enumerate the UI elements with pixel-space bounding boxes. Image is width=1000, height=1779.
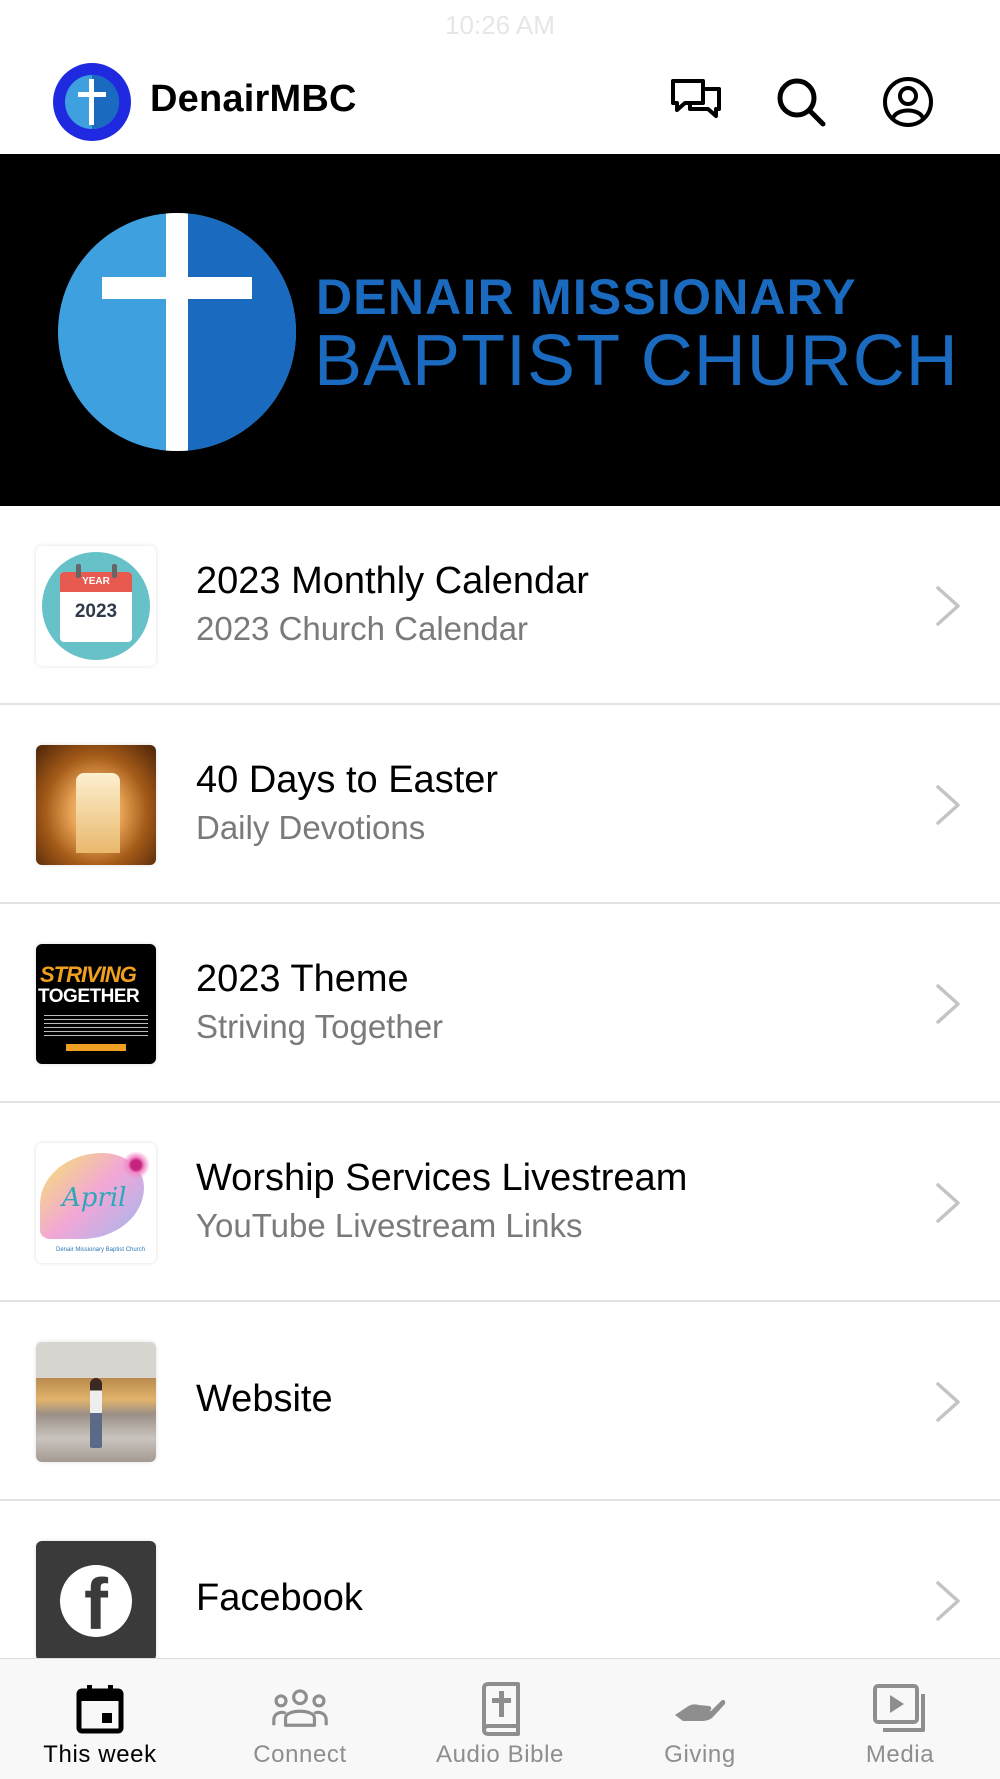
tab-connect[interactable]: Connect: [200, 1659, 400, 1779]
list-item-title: 2023 Monthly Calendar: [196, 560, 589, 602]
tab-label: Audio Bible: [435, 1741, 565, 1768]
facebook-logo-thumbnail: f: [36, 1541, 156, 1661]
media-play-icon: [873, 1684, 925, 1732]
cross-logo-icon: [58, 213, 296, 451]
list-item-title: Worship Services Livestream: [196, 1157, 688, 1199]
search-icon: [777, 78, 826, 127]
tab-label: Connect: [253, 1741, 347, 1768]
list-item-title: 40 Days to Easter: [196, 759, 499, 801]
status-bar: 10:26 AM: [0, 0, 1000, 50]
list-item-title: 2023 Theme: [196, 958, 409, 1000]
profile-button[interactable]: [878, 72, 938, 132]
list-item-title: Facebook: [196, 1577, 363, 1619]
tab-this-week[interactable]: This week: [0, 1659, 200, 1779]
list-item-subtitle: YouTube Livestream Links: [196, 1207, 583, 1244]
chevron-right-icon: [936, 1581, 960, 1621]
chat-bubbles-icon: [671, 79, 721, 118]
church-banner: DENAIR MISSIONARY BAPTIST CHURCH: [0, 154, 1000, 506]
thumb-caption: Denair Missionary Baptist Church: [56, 1247, 146, 1253]
chevron-right-icon: [936, 785, 960, 825]
people-group-icon: [272, 1689, 328, 1727]
tab-media[interactable]: Media: [800, 1659, 1000, 1779]
app-title: DenairMBC: [150, 78, 357, 120]
content-list: YEAR 2023 2023 Monthly Calendar 2023 Chu…: [0, 506, 1000, 1698]
chevron-right-icon: [936, 984, 960, 1024]
chevron-right-icon: [936, 1183, 960, 1223]
tab-label: This week: [43, 1741, 157, 1768]
tab-giving[interactable]: Giving: [600, 1659, 800, 1779]
list-item-subtitle: 2023 Church Calendar: [196, 610, 529, 647]
bottom-tab-bar: This week Connect Audio Bible Giving Med…: [0, 1658, 1000, 1779]
app-header: DenairMBC: [0, 50, 1000, 154]
chevron-right-icon: [936, 1382, 960, 1422]
tab-label: Media: [865, 1741, 935, 1768]
tab-label: Giving: [664, 1741, 736, 1768]
tab-audio-bible[interactable]: Audio Bible: [400, 1659, 600, 1779]
list-item[interactable]: April Denair Missionary Baptist Church W…: [0, 1103, 1000, 1302]
thumb-year-label: YEAR: [82, 576, 110, 587]
list-item[interactable]: 40 Days to Easter Daily Devotions: [0, 705, 1000, 904]
list-item[interactable]: YEAR 2023 2023 Monthly Calendar 2023 Chu…: [0, 506, 1000, 705]
list-item-title: Website: [196, 1378, 333, 1420]
train-station-thumbnail: [36, 1342, 156, 1462]
thumb-text-line2: TOGETHER: [38, 986, 140, 1007]
list-item-subtitle: Daily Devotions: [196, 809, 426, 846]
status-time: 10:26 AM: [445, 10, 555, 40]
chevron-right-icon: [936, 586, 960, 626]
banner-title-line2: BAPTIST CHURCH: [314, 321, 959, 401]
list-item[interactable]: STRIVING TOGETHER 2023 Theme Striving To…: [0, 904, 1000, 1103]
chat-button[interactable]: [666, 72, 726, 132]
search-button[interactable]: [771, 72, 831, 132]
list-item-subtitle: Striving Together: [196, 1008, 444, 1045]
striving-together-thumbnail: STRIVING TOGETHER: [36, 944, 156, 1064]
user-circle-icon: [883, 77, 933, 127]
list-item[interactable]: Website: [0, 1302, 1000, 1501]
calendar-icon: [76, 1685, 124, 1734]
bible-icon: [482, 1682, 520, 1736]
thumb-text-line1: STRIVING: [40, 962, 137, 987]
cross-logo-icon: [53, 63, 131, 141]
thumb-year-number: 2023: [74, 601, 118, 622]
calendar-2023-thumbnail: YEAR 2023: [36, 546, 156, 666]
banner-title-line1: DENAIR MISSIONARY: [316, 269, 857, 325]
empty-tomb-thumbnail: [36, 745, 156, 865]
april-flyer-thumbnail: April Denair Missionary Baptist Church: [36, 1143, 156, 1263]
giving-hand-icon: [675, 1699, 726, 1721]
thumb-word: April: [62, 1183, 127, 1213]
